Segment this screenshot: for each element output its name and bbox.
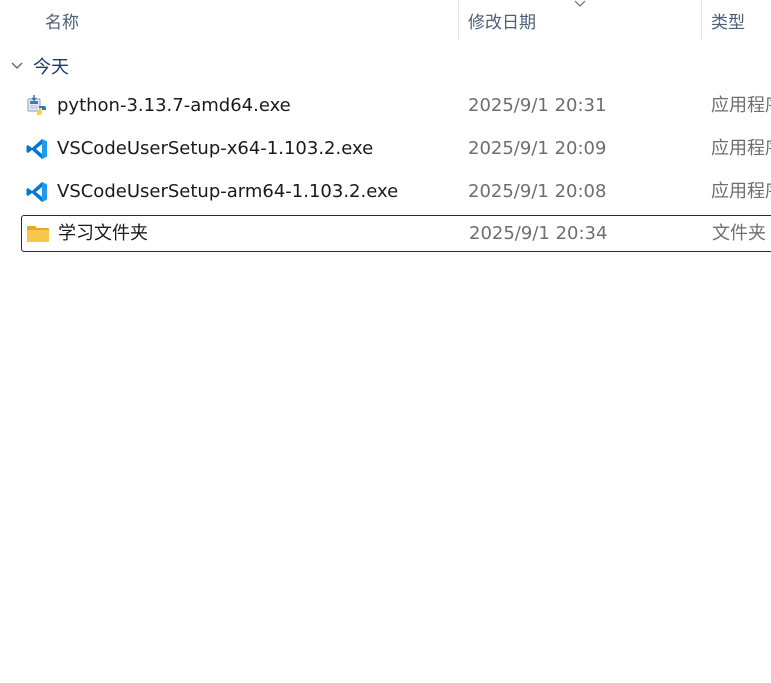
file-date: 2025/9/1 20:34 — [469, 223, 608, 244]
file-name: VSCodeUserSetup-arm64-1.103.2.exe — [57, 181, 399, 202]
file-row[interactable]: python-3.13.7-amd64.exe 2025/9/1 20:31 应… — [21, 87, 771, 124]
file-date: 2025/9/1 20:31 — [468, 95, 607, 116]
file-name: VSCodeUserSetup-x64-1.103.2.exe — [57, 138, 374, 159]
file-type: 应用程序 — [711, 181, 771, 202]
vscode-icon — [26, 182, 47, 202]
file-row[interactable]: VSCodeUserSetup-x64-1.103.2.exe 2025/9/1… — [21, 130, 771, 167]
python-installer-icon — [27, 95, 46, 115]
file-explorer-list: 名称 修改日期 类型 今天 python-3.13.7-amd64.exe 20… — [0, 0, 771, 683]
column-header-type[interactable]: 类型 — [702, 0, 771, 40]
file-type: 文件夹 — [712, 223, 766, 244]
column-header-bar: 名称 修改日期 类型 — [0, 0, 771, 42]
file-row[interactable]: 学习文件夹 2025/9/1 20:34 文件夹 — [21, 215, 771, 252]
column-header-name-label: 名称 — [45, 12, 79, 33]
file-name: 学习文件夹 — [58, 223, 148, 244]
column-header-date[interactable]: 修改日期 — [459, 0, 701, 40]
chevron-down-icon[interactable] — [10, 59, 24, 73]
vscode-icon — [26, 139, 47, 159]
file-row[interactable]: VSCodeUserSetup-arm64-1.103.2.exe 2025/9… — [21, 173, 771, 210]
folder-icon — [27, 226, 49, 242]
file-date: 2025/9/1 20:08 — [468, 181, 607, 202]
column-header-name[interactable]: 名称 — [0, 0, 458, 40]
group-header-today[interactable]: 今天 — [0, 52, 69, 80]
file-date: 2025/9/1 20:09 — [468, 138, 607, 159]
column-header-date-label: 修改日期 — [468, 12, 536, 33]
file-type: 应用程序 — [711, 138, 771, 159]
file-name: python-3.13.7-amd64.exe — [57, 95, 291, 116]
column-header-type-label: 类型 — [711, 12, 745, 33]
file-type: 应用程序 — [711, 95, 771, 116]
group-label: 今天 — [33, 57, 69, 78]
